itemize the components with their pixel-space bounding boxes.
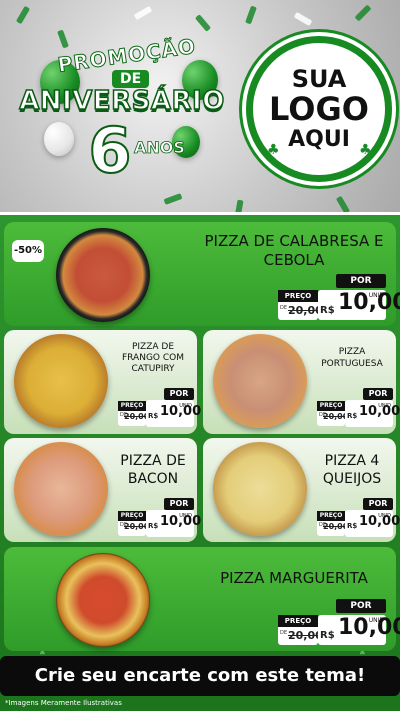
por-label: POR [164,498,194,510]
promo-main-text: ANIVERSÁRIO [18,85,225,117]
menu-item-bacon: PIZZA DE BACON POR PREÇO DE 20,00 R$ 10,… [4,438,201,542]
logo-line-1: SUA [291,65,347,93]
logo-line-3: AQUI [288,127,350,152]
menu-item-marguerita: PIZZA MARGUERITA POR PREÇO DE 20,00 R$ 1… [4,547,400,651]
pizza-image [213,334,307,428]
preco-label: PREÇO [278,615,318,627]
de-label: DE [280,630,288,636]
pizza-image [14,334,108,428]
pizza-image [14,442,108,536]
preco-label: PREÇO [317,401,345,411]
confetti-icon [133,5,153,21]
price-tag: POR PREÇO DE 20,00 R$ 10,00 UNID [278,274,400,322]
logo-line-2: LOGO [269,90,369,128]
preco-label: PREÇO [118,511,146,521]
currency: R$ [148,522,159,530]
price-tag: POR PREÇO DE 20,00 R$ 10,00 UNID [118,498,201,538]
confetti-icon [354,4,372,22]
item-name: PIZZA 4 QUEIJOS [322,453,382,487]
anniversary-logo: PROMOÇÃO DE ANIVERSÁRIO 6 ANOS [6,26,236,196]
menu-item-calabresa: -50% PIZZA DE CALABRESA E CEBOLA POR PRE… [4,222,400,326]
unit-label: UNID [368,617,384,624]
clover-icon: ♣ [359,142,372,158]
pizza-image [56,553,150,647]
discount-badge: -50% [12,240,44,262]
item-name: PIZZA DE FRANGO COM CATUPIRY [121,342,184,374]
unit-label: UNID [179,513,192,519]
por-label: POR [336,274,386,288]
confetti-icon [293,11,313,27]
unit-label: UNID [378,403,391,409]
price-tag: POR PREÇO DE 20,00 R$ 10,00 UNID [317,498,400,538]
item-name: PIZZA MARGUERITA [220,569,368,587]
header: PROMOÇÃO DE ANIVERSÁRIO 6 ANOS SUA LOGO … [0,0,400,215]
preco-label: PREÇO [118,401,146,411]
currency: R$ [320,630,335,641]
price-tag: POR PREÇO DE 20,00 R$ 10,00 UNID [118,388,201,428]
confetti-icon [245,5,257,25]
flyer-page: PROMOÇÃO DE ANIVERSÁRIO 6 ANOS SUA LOGO … [0,0,400,711]
unit-label: UNID [179,403,192,409]
item-name: PIZZA DE BACON [120,453,186,487]
currency: R$ [347,522,358,530]
currency: R$ [320,305,335,316]
por-label: POR [336,599,386,613]
unit-label: UNID [378,513,391,519]
currency: R$ [347,412,358,420]
price-tag: POR PREÇO DE 20,00 R$ 10,00 UNID [317,388,400,428]
promo-anos-text: ANOS [134,138,186,158]
por-label: POR [363,498,393,510]
unit-label: UNID [368,292,384,299]
preco-label: PREÇO [317,511,345,521]
footnote: *Imagens Meramente Ilustrativas [5,699,122,707]
menu-item-4-queijos: PIZZA 4 QUEIJOS POR PREÇO DE 20,00 R$ 10… [203,438,400,542]
menu-item-portuguesa: PIZZA PORTUGUESA POR PREÇO DE 20,00 R$ 1… [203,330,400,434]
promo-number: 6 [87,114,132,187]
item-name: PIZZA PORTUGUESA [321,347,383,369]
preco-label: PREÇO [278,290,318,302]
de-label: DE [280,305,288,311]
cta-banner-text: Crie seu encarte com este tema! [34,665,366,686]
clover-icon: ♣ [267,142,280,158]
currency: R$ [148,412,159,420]
logo-placeholder: SUA LOGO AQUI ♣ ♣ [246,36,392,182]
item-name: PIZZA DE CALABRESA E CEBOLA [204,232,384,269]
pizza-image [56,228,150,322]
menu-item-frango: PIZZA DE FRANGO COM CATUPIRY POR PREÇO D… [4,330,201,434]
por-label: POR [164,388,194,400]
por-label: POR [363,388,393,400]
price-tag: POR PREÇO DE 20,00 R$ 10,00 UNID [278,599,400,647]
cta-banner[interactable]: Crie seu encarte com este tema! [0,656,400,696]
pizza-image [213,442,307,536]
confetti-icon [15,5,31,25]
